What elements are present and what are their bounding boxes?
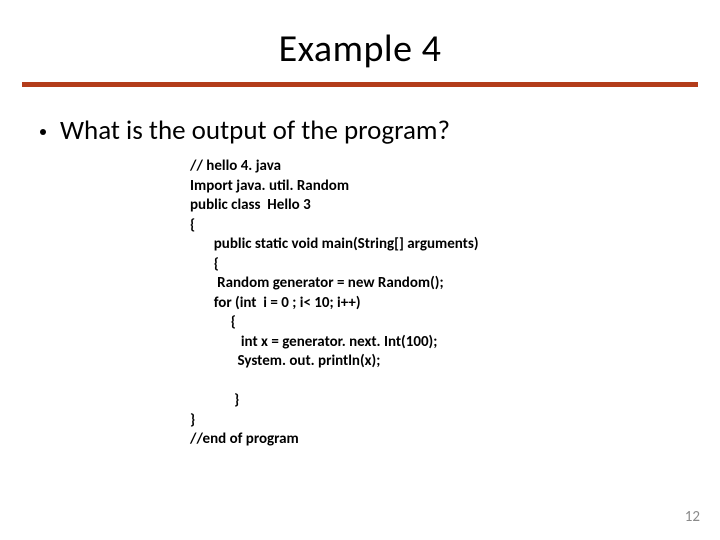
slide-title: Example 4 bbox=[0, 0, 720, 78]
code-block: // hello 4. java Import java. util. Rand… bbox=[190, 157, 680, 450]
bullet-item: What is the output of the program? bbox=[40, 115, 680, 147]
page-number: 12 bbox=[685, 508, 700, 526]
bullet-text: What is the output of the program? bbox=[60, 115, 450, 147]
slide: Example 4 What is the output of the prog… bbox=[0, 0, 720, 540]
bullet-icon bbox=[40, 129, 46, 135]
slide-body: What is the output of the program? // he… bbox=[0, 87, 720, 450]
